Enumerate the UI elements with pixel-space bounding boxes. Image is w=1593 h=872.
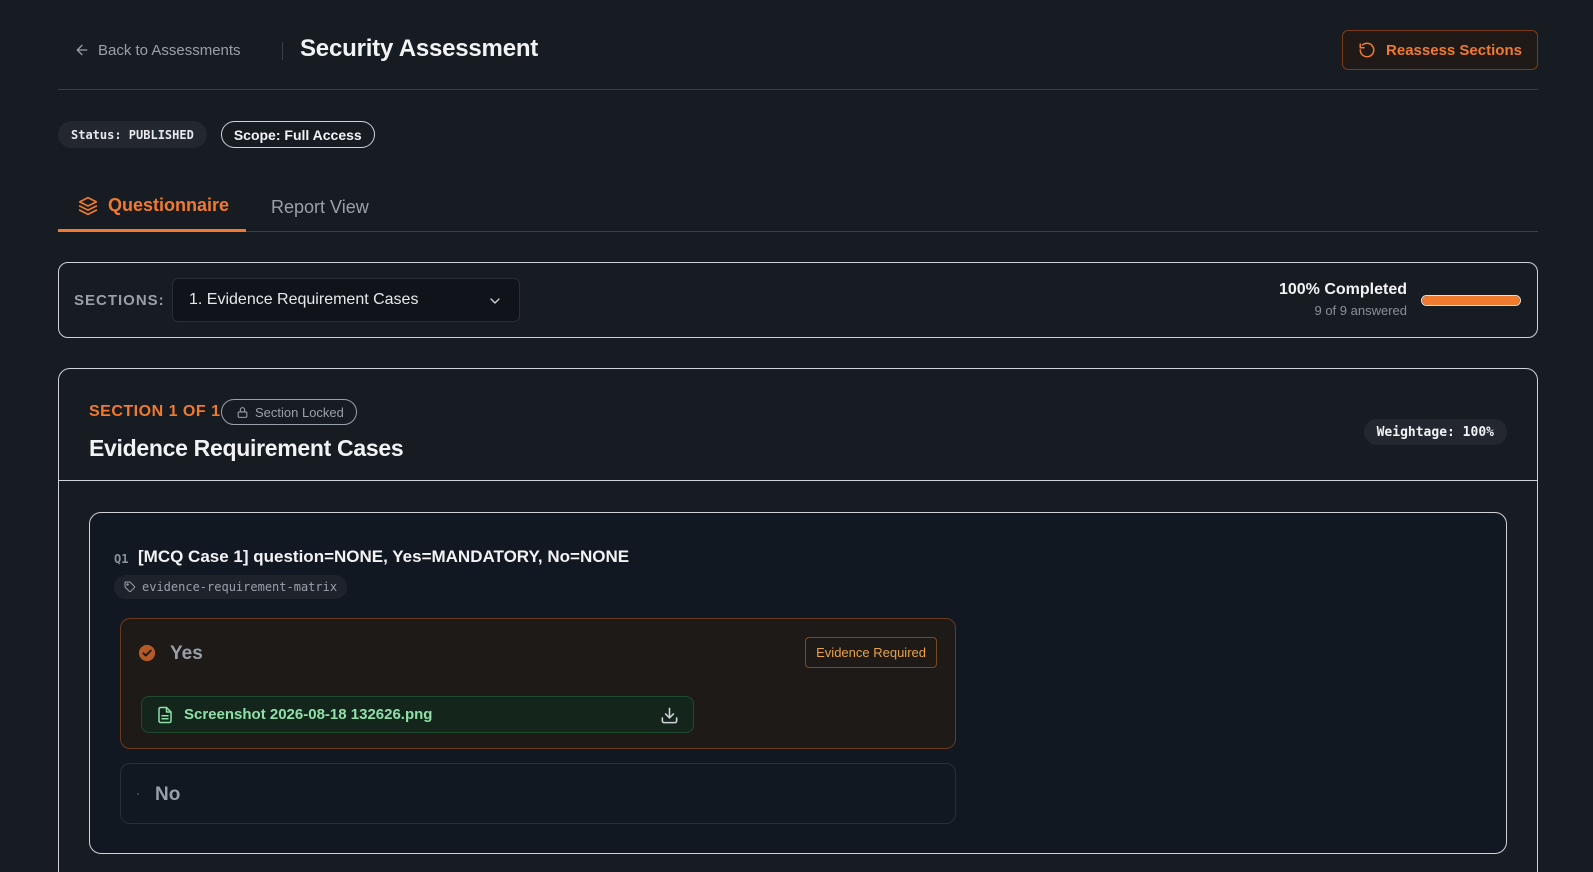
tag-icon (124, 581, 136, 593)
assessment-badges: Status: PUBLISHED Scope: Full Access (58, 121, 375, 148)
page-header: Back to Assessments Security Assessment … (58, 30, 1538, 90)
section-locked-badge: Section Locked (221, 399, 357, 425)
section-title: Evidence Requirement Cases (89, 435, 404, 461)
progress-percentage: 100% Completed (1278, 281, 1407, 298)
page: Back to Assessments Security Assessment … (0, 0, 1593, 872)
evidence-file-name: Screenshot 2026-08-18 132626.png (184, 706, 433, 723)
question-number: Q1 (114, 552, 129, 566)
section-dropdown-value: 1. Evidence Requirement Cases (189, 291, 419, 308)
reassess-label: Reassess Sections (1386, 41, 1522, 59)
sections-bar: SECTIONS: 1. Evidence Requirement Cases … (58, 262, 1538, 338)
scope-badge: Scope: Full Access (220, 121, 375, 148)
tab-questionnaire[interactable]: Questionnaire (58, 182, 246, 232)
tab-bar: Questionnaire Report View (58, 182, 1538, 232)
chevron-down-icon (490, 298, 500, 304)
weightage-badge: Weightage: 100% (1363, 419, 1507, 445)
option-yes-label: Yes (170, 643, 203, 664)
question-text: [MCQ Case 1] question=NONE, Yes=MANDATOR… (138, 547, 630, 566)
tab-report-view[interactable]: Report View (271, 182, 369, 232)
file-text-icon (158, 706, 172, 723)
progress-answered-count: 9 of 9 answered (1314, 303, 1407, 318)
reassess-sections-button[interactable]: Reassess Sections (1342, 30, 1538, 70)
back-to-assessments-link[interactable]: Back to Assessments (74, 40, 241, 60)
option-yes[interactable]: Yes Evidence Required Screenshot 2026-08… (120, 618, 956, 749)
back-link-label: Back to Assessments (98, 41, 241, 59)
radio-unselected-indicator (137, 793, 139, 795)
section-kicker: SECTION 1 OF 1 (89, 403, 221, 420)
tab-questionnaire-label: Questionnaire (108, 195, 230, 215)
refresh-icon (1359, 42, 1375, 58)
arrow-left-icon (76, 44, 88, 56)
section-locked-label: Section Locked (255, 404, 344, 420)
progress-bar (1421, 295, 1521, 306)
lock-icon (237, 406, 248, 418)
option-no[interactable]: No (120, 763, 956, 824)
question-tag-label: evidence-requirement-matrix (142, 580, 338, 594)
download-icon[interactable] (660, 706, 679, 725)
question-tag: evidence-requirement-matrix (114, 575, 348, 599)
section-header: SECTION 1 OF 1 Section Locked Evidence R… (59, 369, 1537, 481)
check-circle-icon (138, 644, 156, 662)
progress-summary: 100% Completed 9 of 9 answered (1279, 281, 1407, 318)
status-badge: Status: PUBLISHED (58, 121, 207, 148)
sections-label: SECTIONS: (74, 292, 165, 309)
page-title: Security Assessment (300, 35, 539, 62)
evidence-required-badge: Evidence Required (805, 637, 937, 668)
tab-report-view-label: Report View (271, 196, 369, 217)
progress-bar-fill (1422, 296, 1520, 305)
layers-icon (78, 196, 98, 215)
header-divider (282, 42, 283, 60)
section-dropdown[interactable]: 1. Evidence Requirement Cases (172, 278, 520, 322)
question-card: Q1 [MCQ Case 1] question=NONE, Yes=MANDA… (89, 512, 1507, 854)
section-card: SECTION 1 OF 1 Section Locked Evidence R… (58, 368, 1538, 872)
evidence-file-chip[interactable]: Screenshot 2026-08-18 132626.png (141, 696, 694, 733)
option-no-label: No (155, 784, 181, 805)
